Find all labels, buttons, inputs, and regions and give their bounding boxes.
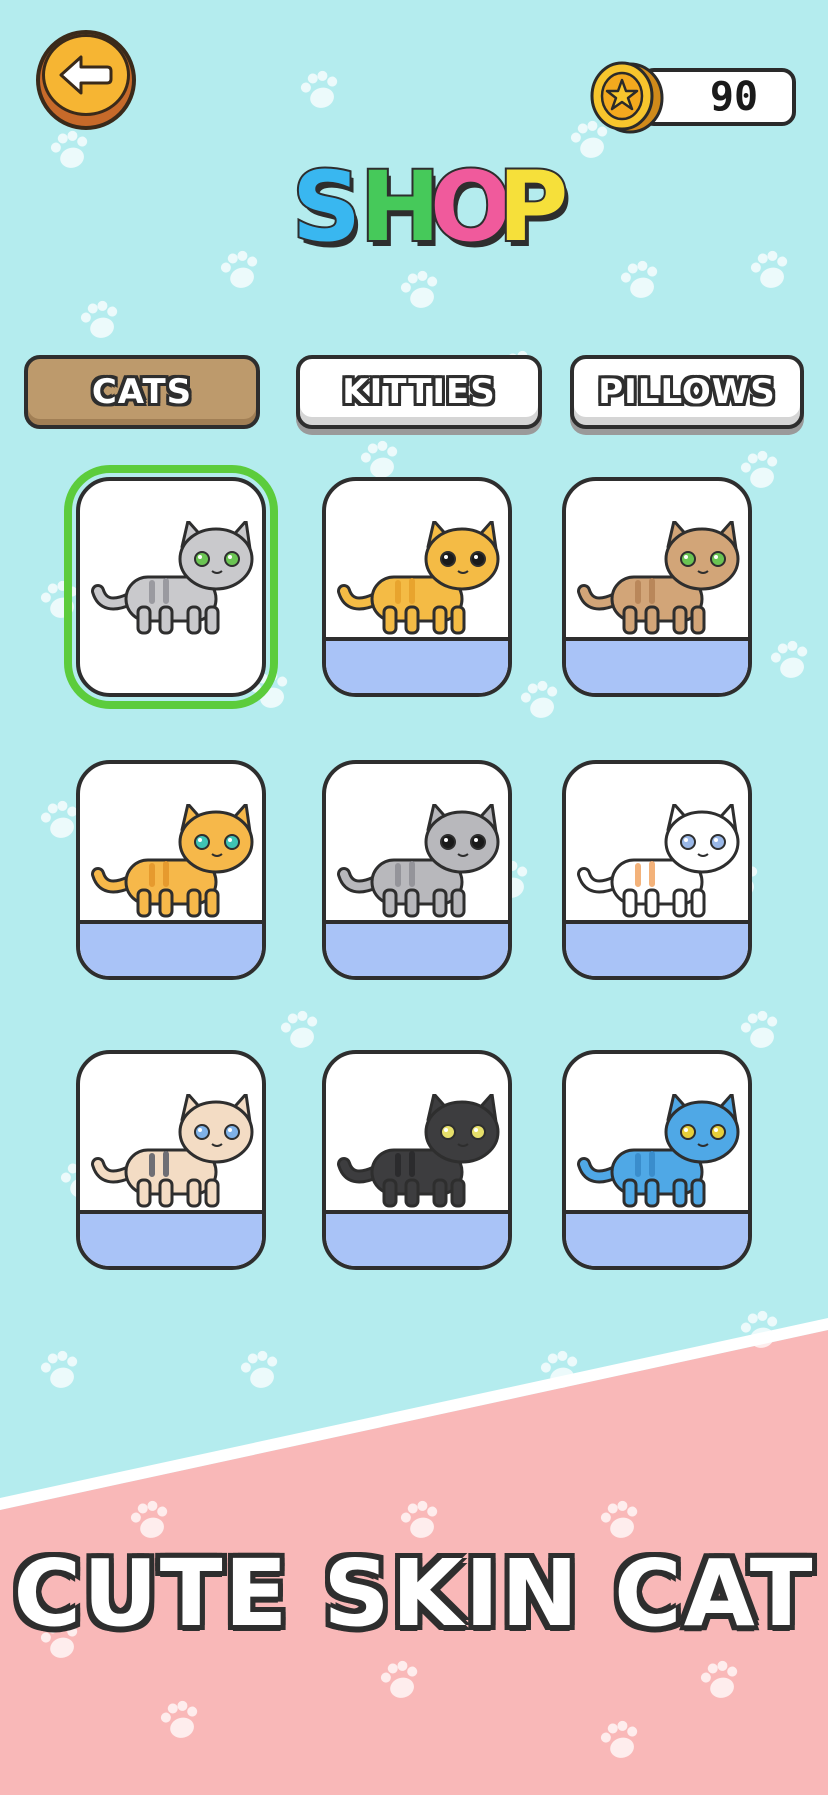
cat-card[interactable] [76,760,266,980]
blue-fluffy-cat-icon [577,1094,740,1208]
card-price-base [326,1210,508,1266]
tab-kitties[interactable]: KITTIES [296,355,542,429]
cat-card[interactable] [322,760,512,980]
cat-card[interactable] [562,477,752,697]
gray-tabby-cat-icon [91,521,254,635]
calico-cat-icon [577,804,740,918]
card-price-base [566,637,748,693]
card-price-base [80,1210,262,1266]
cat-card[interactable] [322,477,512,697]
brown-exotic-cat-icon [577,521,740,635]
shop-title: SS HHOOPP [290,150,572,260]
title-letter: H [360,151,440,260]
tab-pillows[interactable]: PILLOWS [570,355,804,429]
siamese-cat-icon [91,1094,254,1208]
tab-pillows-label: PILLOWS [598,372,776,412]
card-price-base [80,920,262,976]
orange-scottish-fold-cat-icon [337,521,500,635]
title-letter: P [498,151,568,260]
cat-card[interactable] [562,1050,752,1270]
tab-cats[interactable]: CATS [24,355,260,429]
back-arrow-icon [42,34,130,116]
card-price-base [566,1210,748,1266]
gray-fluffy-cat-icon [337,804,500,918]
slogan-text: CUTE SKIN CAT [13,1540,815,1647]
selected-cat-card[interactable] [64,465,278,709]
card-price-base [326,920,508,976]
cat-card[interactable] [562,760,752,980]
card-price-base [326,637,508,693]
card-price-base [566,920,748,976]
orange-tabby-cat-icon [91,804,254,918]
back-button[interactable] [36,30,136,130]
cat-card[interactable] [76,1050,266,1270]
star-coin-icon [590,61,664,134]
tab-cats-label: CATS [91,372,193,412]
tab-kitties-label: KITTIES [342,372,496,412]
black-cat-icon [337,1094,500,1208]
title-letter: S [292,151,361,260]
cat-card[interactable] [322,1050,512,1270]
coin-count: 90 [709,74,759,120]
